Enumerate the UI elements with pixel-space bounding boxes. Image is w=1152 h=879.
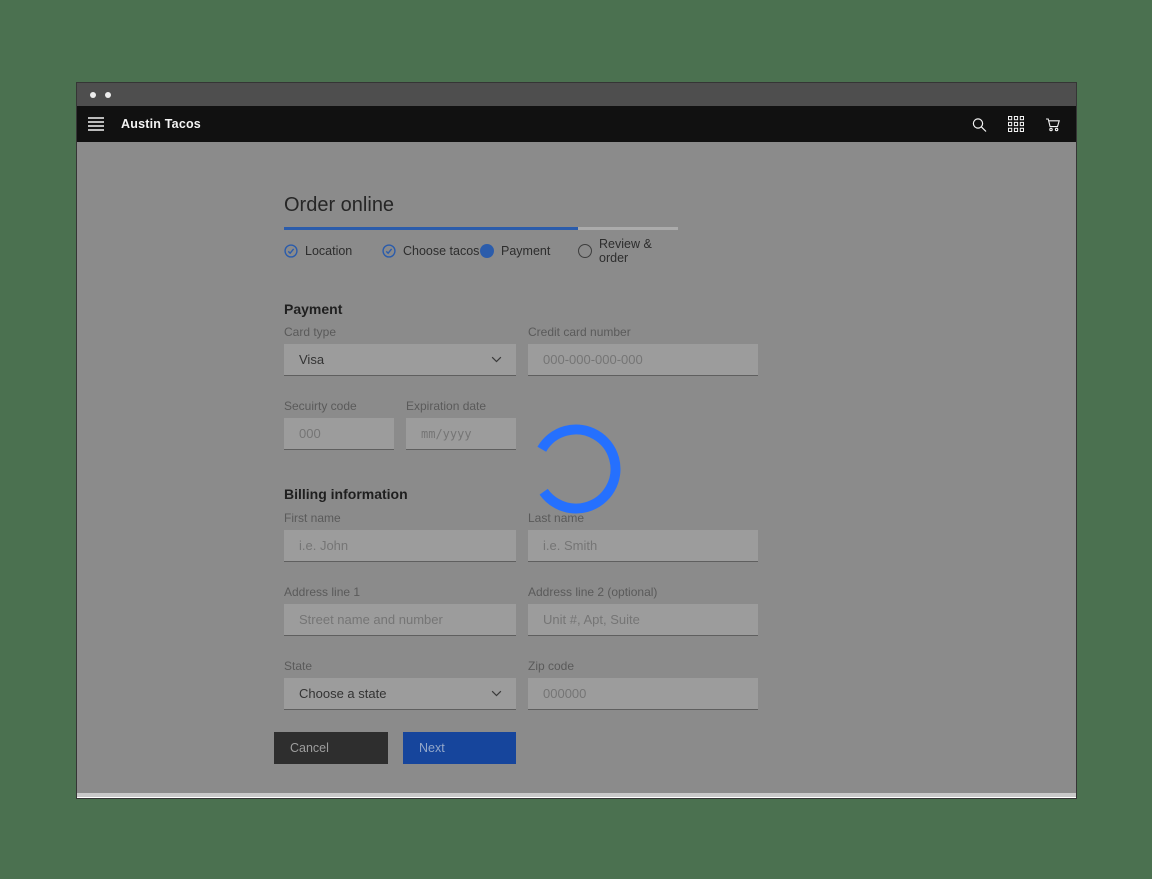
- credit-card-number-label: Credit card number: [528, 325, 758, 339]
- form-actions: Cancel Next: [274, 732, 859, 764]
- incomplete-step-circle-icon: [578, 244, 592, 258]
- app-title: Austin Tacos: [121, 117, 201, 131]
- last-name-input[interactable]: [528, 530, 758, 562]
- step-location[interactable]: Location: [284, 227, 382, 265]
- window-control-dot[interactable]: [90, 92, 96, 98]
- address-line2-label: Address line 2 (optional): [528, 585, 758, 599]
- step-payment[interactable]: Payment: [480, 227, 578, 265]
- check-circle-icon: [382, 244, 396, 258]
- chevron-down-icon: [491, 356, 502, 363]
- step-label: Location: [305, 244, 352, 258]
- menu-icon[interactable]: [88, 116, 104, 132]
- window-titlebar: [77, 83, 1076, 106]
- check-circle-icon: [284, 244, 298, 258]
- search-icon[interactable]: [971, 116, 987, 132]
- zip-code-input[interactable]: [528, 678, 758, 710]
- state-value: Choose a state: [299, 686, 386, 701]
- payment-section-heading: Payment: [284, 301, 859, 317]
- address-line2-input[interactable]: [528, 604, 758, 636]
- security-code-input[interactable]: [284, 418, 394, 450]
- zip-code-label: Zip code: [528, 659, 758, 673]
- expiration-date-input[interactable]: [406, 418, 516, 450]
- address-line1-input[interactable]: [284, 604, 516, 636]
- window-control-dot[interactable]: [105, 92, 111, 98]
- page-title: Order online: [284, 193, 859, 217]
- state-label: State: [284, 659, 516, 673]
- card-type-value: Visa: [299, 352, 324, 367]
- first-name-input[interactable]: [284, 530, 516, 562]
- header-actions: [971, 116, 1061, 132]
- app-header: Austin Tacos: [77, 106, 1076, 142]
- card-type-select[interactable]: Visa: [284, 344, 516, 376]
- card-type-label: Card type: [284, 325, 516, 339]
- step-label: Review & order: [599, 237, 678, 265]
- step-label: Choose tacos: [403, 244, 479, 258]
- chevron-down-icon: [491, 690, 502, 697]
- cancel-button[interactable]: Cancel: [274, 732, 388, 764]
- progress-indicator: Location Choose tacos Payment Review & o…: [284, 227, 678, 265]
- step-review-order[interactable]: Review & order: [578, 227, 678, 265]
- step-label: Payment: [501, 244, 550, 258]
- app-window: Austin Tacos: [77, 83, 1076, 798]
- desktop: { "nav": { "title": "Austin Tacos" }, "p…: [0, 0, 1152, 879]
- window-bottom-edge: [77, 793, 1076, 798]
- cart-icon[interactable]: [1045, 116, 1061, 132]
- security-code-label: Secuirty code: [284, 399, 394, 413]
- step-choose-tacos[interactable]: Choose tacos: [382, 227, 480, 265]
- next-button[interactable]: Next: [403, 732, 516, 764]
- first-name-label: First name: [284, 511, 516, 525]
- app-switcher-icon[interactable]: [1008, 116, 1024, 132]
- expiration-date-label: Expiration date: [406, 399, 516, 413]
- loading-spinner-icon: [531, 424, 621, 514]
- state-select[interactable]: Choose a state: [284, 678, 516, 710]
- page-content: Order online Location Choose tacos P: [77, 142, 1076, 793]
- address-line1-label: Address line 1: [284, 585, 516, 599]
- current-step-dot-icon: [480, 244, 494, 258]
- credit-card-number-input[interactable]: [528, 344, 758, 376]
